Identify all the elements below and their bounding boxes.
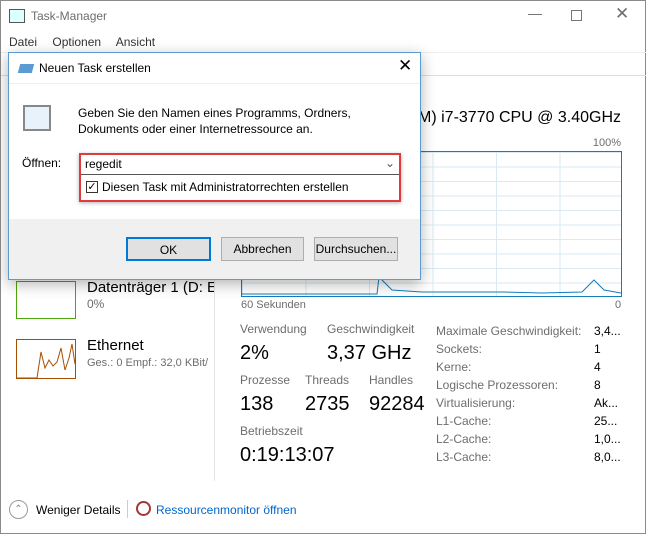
detail-label: Sockets:: [436, 342, 483, 356]
browse-button[interactable]: Durchsuchen...: [314, 237, 398, 261]
dialog-title: Neuen Task erstellen: [39, 61, 151, 75]
footer-separator: [127, 500, 128, 518]
chevron-down-icon[interactable]: ⌄: [385, 156, 395, 170]
minimize-button[interactable]: —: [528, 5, 542, 21]
graph-max: 100%: [592, 137, 621, 149]
cpu-detail-values: 3,4... 1 4 8 Ak... 25... 1,0... 8,0...: [594, 322, 621, 466]
close-button[interactable]: ✕: [615, 4, 629, 24]
detail-value: 8,0...: [594, 450, 621, 464]
processes-label: Prozesse: [240, 373, 291, 387]
detail-value: 8: [594, 378, 601, 392]
open-combobox[interactable]: regedit ⌄: [81, 155, 399, 175]
speed-value: 3,37 GHz: [327, 342, 412, 364]
dialog-description-2: Dokuments oder einer Internetressource a…: [78, 122, 313, 136]
processes-value: 138: [240, 393, 274, 415]
usage-label: Verwendung: [240, 322, 307, 336]
detail-label: Virtualisierung:: [436, 396, 516, 410]
computer-icon: [23, 105, 51, 131]
resource-monitor-link[interactable]: Ressourcenmonitor öffnen: [156, 503, 297, 517]
highlight-box: regedit ⌄ ✓ Diesen Task mit Administrato…: [79, 153, 401, 202]
disk-name[interactable]: Datenträger 1 (D: E: [87, 279, 214, 296]
menu-optionen[interactable]: Optionen: [52, 35, 101, 49]
detail-label: L3-Cache:: [436, 450, 492, 464]
handles-label: Handles: [369, 373, 414, 387]
graph-min: 0: [615, 299, 622, 311]
uptime-label: Betriebszeit: [240, 424, 303, 438]
less-details-button[interactable]: Weniger Details: [36, 503, 120, 517]
detail-value: 25...: [594, 414, 618, 428]
speed-label: Geschwindigkeit: [327, 322, 415, 336]
disk-thumbnail[interactable]: [16, 281, 76, 319]
detail-value: 1: [594, 342, 601, 356]
admin-checkbox-label[interactable]: Diesen Task mit Administratorrechten ers…: [102, 180, 349, 194]
ethernet-thumbnail[interactable]: [16, 339, 76, 379]
threads-label: Threads: [305, 373, 350, 387]
open-input[interactable]: regedit: [85, 157, 122, 171]
window-title: Task-Manager: [31, 9, 108, 23]
menu-ansicht[interactable]: Ansicht: [116, 35, 155, 49]
admin-checkbox[interactable]: ✓: [86, 181, 98, 193]
graph-span: 60 Sekunden: [241, 299, 306, 311]
uptime-value: 0:19:13:07: [240, 444, 335, 466]
title-divider: [9, 83, 420, 84]
dialog-close-button[interactable]: ✕: [398, 56, 412, 76]
detail-value: 4: [594, 360, 601, 374]
detail-label: Maximale Geschwindigkeit:: [436, 324, 582, 338]
dialog-description-1: Geben Sie den Namen eines Programms, Ord…: [78, 106, 351, 120]
resource-monitor-icon: [136, 501, 151, 516]
detail-label: L2-Cache:: [436, 432, 492, 446]
ethernet-value: Ges.: 0 Empf.: 32,0 KBit/: [87, 357, 209, 369]
detail-label: L1-Cache:: [436, 414, 492, 428]
task-manager-icon: [9, 9, 25, 23]
detail-label: Kerne:: [436, 360, 472, 374]
dialog-footer: OK Abbrechen Durchsuchen...: [9, 219, 420, 279]
menu-datei[interactable]: Datei: [9, 35, 37, 49]
cpu-details: Maximale Geschwindigkeit: Sockets: Kerne…: [436, 322, 581, 466]
handles-value: 92284: [369, 393, 425, 415]
cancel-button[interactable]: Abbrechen: [221, 237, 304, 261]
cpu-model: TM) i7-3770 CPU @ 3.40GHz: [408, 109, 621, 126]
run-icon: [17, 64, 35, 73]
maximize-button[interactable]: [571, 10, 582, 21]
detail-value: Ak...: [594, 396, 619, 410]
create-task-dialog: Neuen Task erstellen ✕ Geben Sie den Nam…: [8, 52, 421, 280]
chevron-up-icon[interactable]: ⌃: [9, 500, 28, 519]
detail-value: 3,4...: [594, 324, 621, 338]
ethernet-sparkline: [17, 343, 75, 378]
disk-value: 0%: [87, 297, 105, 311]
detail-value: 1,0...: [594, 432, 621, 446]
ethernet-name[interactable]: Ethernet: [87, 337, 144, 354]
threads-value: 2735: [305, 393, 350, 415]
detail-label: Logische Prozessoren:: [436, 378, 559, 392]
open-label: Öffnen:: [22, 156, 62, 170]
ok-button[interactable]: OK: [126, 237, 211, 261]
usage-value: 2%: [240, 342, 269, 364]
